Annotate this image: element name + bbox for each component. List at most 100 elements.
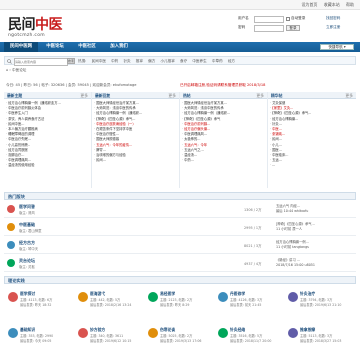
list-item[interactable]: 经方治心悸胸痛一例（通络瘀...	[94, 111, 142, 116]
forum-moderator: 版主: 琴中天	[19, 247, 39, 251]
hot-term[interactable]: 民间中医	[92, 59, 106, 63]
list-item[interactable]: 民间...	[94, 158, 142, 163]
subforum-card[interactable]: 丹医修学 主题: 4126, 帖数: 3万 最后发表: 前天 21:45	[216, 288, 288, 310]
help-link[interactable]: 帮助	[346, 2, 354, 7]
forum-last-post[interactable]: 《脉经》讲习 ... 2018/7/16 15:00 u8051	[276, 258, 356, 268]
section-header-hot: 热门版块	[4, 192, 356, 200]
thread-list: 国医大师徐经世治疗某方某... 大师风范：浅谈中医的传承 经方治心悸胸痛一例（通…	[94, 101, 142, 163]
subforum-last-post: 最后发表: 昨天 18:32	[20, 303, 52, 307]
hot-term[interactable]: 中草药	[212, 59, 223, 63]
subforum-icon	[218, 328, 228, 338]
hot-term[interactable]: 中药	[111, 59, 118, 63]
subforum-last-post: 最后发表: 2018/3/27 15:03	[300, 339, 342, 343]
more-link[interactable]: 更多	[256, 92, 264, 99]
forum-stats: 今日: 45 | 昨日: 56 | 帖子: 320636 | 会员: 59045…	[6, 83, 137, 87]
announcement[interactable]: 已开启邮箱注册,验证码请联系管理员获取 2018/3/18	[180, 83, 265, 88]
forum-count: 4937 / 4万	[244, 262, 262, 266]
forum-row[interactable]: 医学问答 版主: 清风 1306 / 2万 五运六气 内经... 最后 10:44…	[4, 201, 356, 218]
column-head: 精华帖 更多	[268, 92, 356, 99]
nav-community[interactable]: 中医社区	[72, 42, 102, 52]
column-replies: 最新回复更多 国医大师徐经世治疗某方某... 大师风范：浅谈中医的传承 经方治心…	[92, 92, 180, 188]
login-button[interactable]: 登录	[286, 25, 300, 31]
thread-list: 国医大师徐经世治疗某方某... 大师风范：浅谈中医的传承 经方治心悸胸痛一例（通…	[182, 101, 230, 163]
more-link[interactable]: 更多	[345, 92, 353, 99]
main-nav: 民间中医网 中医论坛 中医社区 加入我们	[0, 42, 360, 52]
forum-icon	[7, 241, 15, 249]
search-bar: 搜索 热搜: 民间中医 中药 针灸 推拿 偏方 小儿推拿 食疗 中医养生 中草药…	[4, 56, 356, 66]
breadcrumb: ⌂ › 中医论坛	[6, 68, 27, 72]
search-input[interactable]	[14, 58, 68, 66]
forum-icon	[7, 259, 15, 267]
hot-term[interactable]: 中医养生	[192, 59, 206, 63]
subforum-card[interactable]: 易经医学 主题: 2123, 帖数: 2万 最后发表: 昨天 8:29	[146, 288, 218, 310]
subforum-card[interactable]: 伤寒论谈 主题: 5025, 帖数: 2万 最后发表: 2019/3/13 17:0…	[146, 324, 218, 346]
forum-last-post[interactable]: [神奇]《四圣心源》承气... 11 小时前 漂一人	[276, 222, 356, 232]
list-item[interactable]: 【神奇】《四圣心源》承气...	[94, 117, 142, 122]
list-item[interactable]: 温经汤的使用经验	[6, 163, 61, 168]
subforum-card[interactable]: 基础知识 主题: 353, 帖数: 2990 最后发表: 今天 09:05	[6, 324, 78, 346]
subforum-last-post: 最后发表: 2019/6/13 21:10	[300, 303, 342, 307]
password-input[interactable]	[254, 25, 284, 32]
thread-list: 经方治心悸胸痛一例（通络瘀血方... 中医治疗前列腺炎体会 中医养生入门 茶饮、…	[6, 101, 61, 168]
username-input[interactable]	[254, 16, 284, 23]
forum-last-post[interactable]: 五运六气 内经... 最后 10:44 whitxofu	[276, 204, 356, 214]
hot-term[interactable]: 针灸	[123, 59, 130, 63]
subforum-card[interactable]: 妙方验方 主题: 340, 帖数: 3611 最后发表: 2019/6/12 10:…	[76, 324, 148, 346]
logo-text-b: 中医	[35, 17, 63, 33]
nav-home[interactable]: 民间中医网	[4, 42, 38, 52]
logo-url: ngotcmzh.com	[8, 33, 45, 38]
subforum-card[interactable]: 针灸经络 主题: 3516, 帖数: 5万 最后发表: 2018/11/7 20:0…	[216, 324, 288, 346]
nav-forum[interactable]: 中医论坛	[40, 42, 70, 52]
breadcrumb-forum[interactable]: 中医论坛	[12, 68, 26, 72]
hot-term[interactable]: 经方	[228, 59, 235, 63]
column-hot: 热帖更多 国医大师徐经世治疗某方某... 大师风范：浅谈中医的传承 经方治心悸胸…	[180, 92, 268, 188]
subforum-icon	[78, 292, 88, 302]
subforum-card[interactable]: 医海游弋 主题: 442, 帖数: 5万 最后发表: 2018/2/16 13:24	[76, 288, 148, 310]
password-label: 密码	[238, 25, 246, 29]
forum-row[interactable]: 中医基础 版主: 君山神童 2995 / 1万 [神奇]《四圣心源》承气... 1…	[4, 219, 356, 236]
site-logo[interactable]: 民间中医 ngotcmzh.com	[8, 14, 74, 38]
subforum-icon	[148, 292, 158, 302]
column-head: 最新回复 更多	[92, 92, 179, 99]
forum-icon	[7, 205, 15, 213]
list-item[interactable]: 经方治心悸胸痛一例（通络瘀...	[182, 111, 230, 116]
subforum-card[interactable]: 推拿按摩 主题: 5113, 帖数: 3万 最后发表: 2018/3/27 15:0…	[286, 324, 358, 346]
find-password-link[interactable]: 找回密码	[326, 16, 340, 21]
forum-row[interactable]: 灵台论坛 版主: 灵枢 4937 / 4万 《脉经》讲习 ... 2018/7/1…	[4, 255, 356, 272]
list-item[interactable]: ...	[270, 163, 311, 168]
home-icon[interactable]: ⌂	[6, 68, 8, 72]
forum-last-post[interactable]: 经方治心悸胸痛一例... 11 小时前 tangtangs	[276, 240, 356, 250]
subforum-icon	[78, 328, 88, 338]
logo-text-a: 民间	[8, 17, 36, 33]
column-head: 最新主题 更多	[4, 92, 91, 99]
subforum-icon	[148, 328, 158, 338]
more-link[interactable]: 更多	[168, 92, 176, 99]
bookmark-link[interactable]: 收藏本站	[324, 2, 340, 7]
username-label: 用户名	[238, 16, 249, 20]
list-item[interactable]: 【神奇】《四圣心源》承气...	[270, 111, 311, 116]
subforum-icon	[288, 328, 298, 338]
nav-join[interactable]: 加入我们	[104, 42, 134, 52]
hot-term[interactable]: 推拿	[136, 59, 143, 63]
hot-search: 热搜: 民间中医 中药 针灸 推拿 偏方 小儿推拿 食疗 中医养生 中草药 经方	[78, 59, 239, 64]
hot-term[interactable]: 食疗	[180, 59, 187, 63]
subforum-last-post: 最后发表: 2019/3/13 17:06	[160, 339, 202, 343]
subforum-card[interactable]: 医学探讨 主题: 4113, 帖数: 6万 最后发表: 昨天 18:32	[6, 288, 78, 310]
quick-nav-button[interactable]: 快捷导航 ▾	[320, 44, 354, 50]
more-link[interactable]: 更多	[80, 92, 88, 99]
top-links: 设为首页 收藏本站 帮助	[296, 2, 354, 8]
remember-checkbox[interactable]	[286, 17, 290, 21]
set-homepage-link[interactable]: 设为首页	[301, 2, 317, 7]
hot-term[interactable]: 小儿推拿	[160, 59, 174, 63]
hot-term[interactable]: 偏方	[148, 59, 155, 63]
list-item[interactable]: 中药...	[182, 158, 230, 163]
search-button[interactable]: 搜索	[67, 58, 75, 64]
subforum-last-post: 最后发表: 2019/6/12 10:15	[90, 339, 132, 343]
subforum-last-post: 最后发表: 2018/2/16 13:24	[90, 303, 132, 307]
register-link[interactable]: 立即注册	[326, 25, 340, 30]
forum-count: 2995 / 1万	[244, 226, 262, 230]
subforum-icon	[288, 292, 298, 302]
subforum-card[interactable]: 针灸治疗 主题: 3794, 帖数: 3万 最后发表: 2019/6/13 21:1…	[286, 288, 358, 310]
forum-row[interactable]: 经方古方 版主: 琴中天 8021 / 3万 经方治心悸胸痛一例... 11 小时…	[4, 237, 356, 254]
subforum-last-post: 最后发表: 2018/11/7 20:00	[230, 339, 272, 343]
